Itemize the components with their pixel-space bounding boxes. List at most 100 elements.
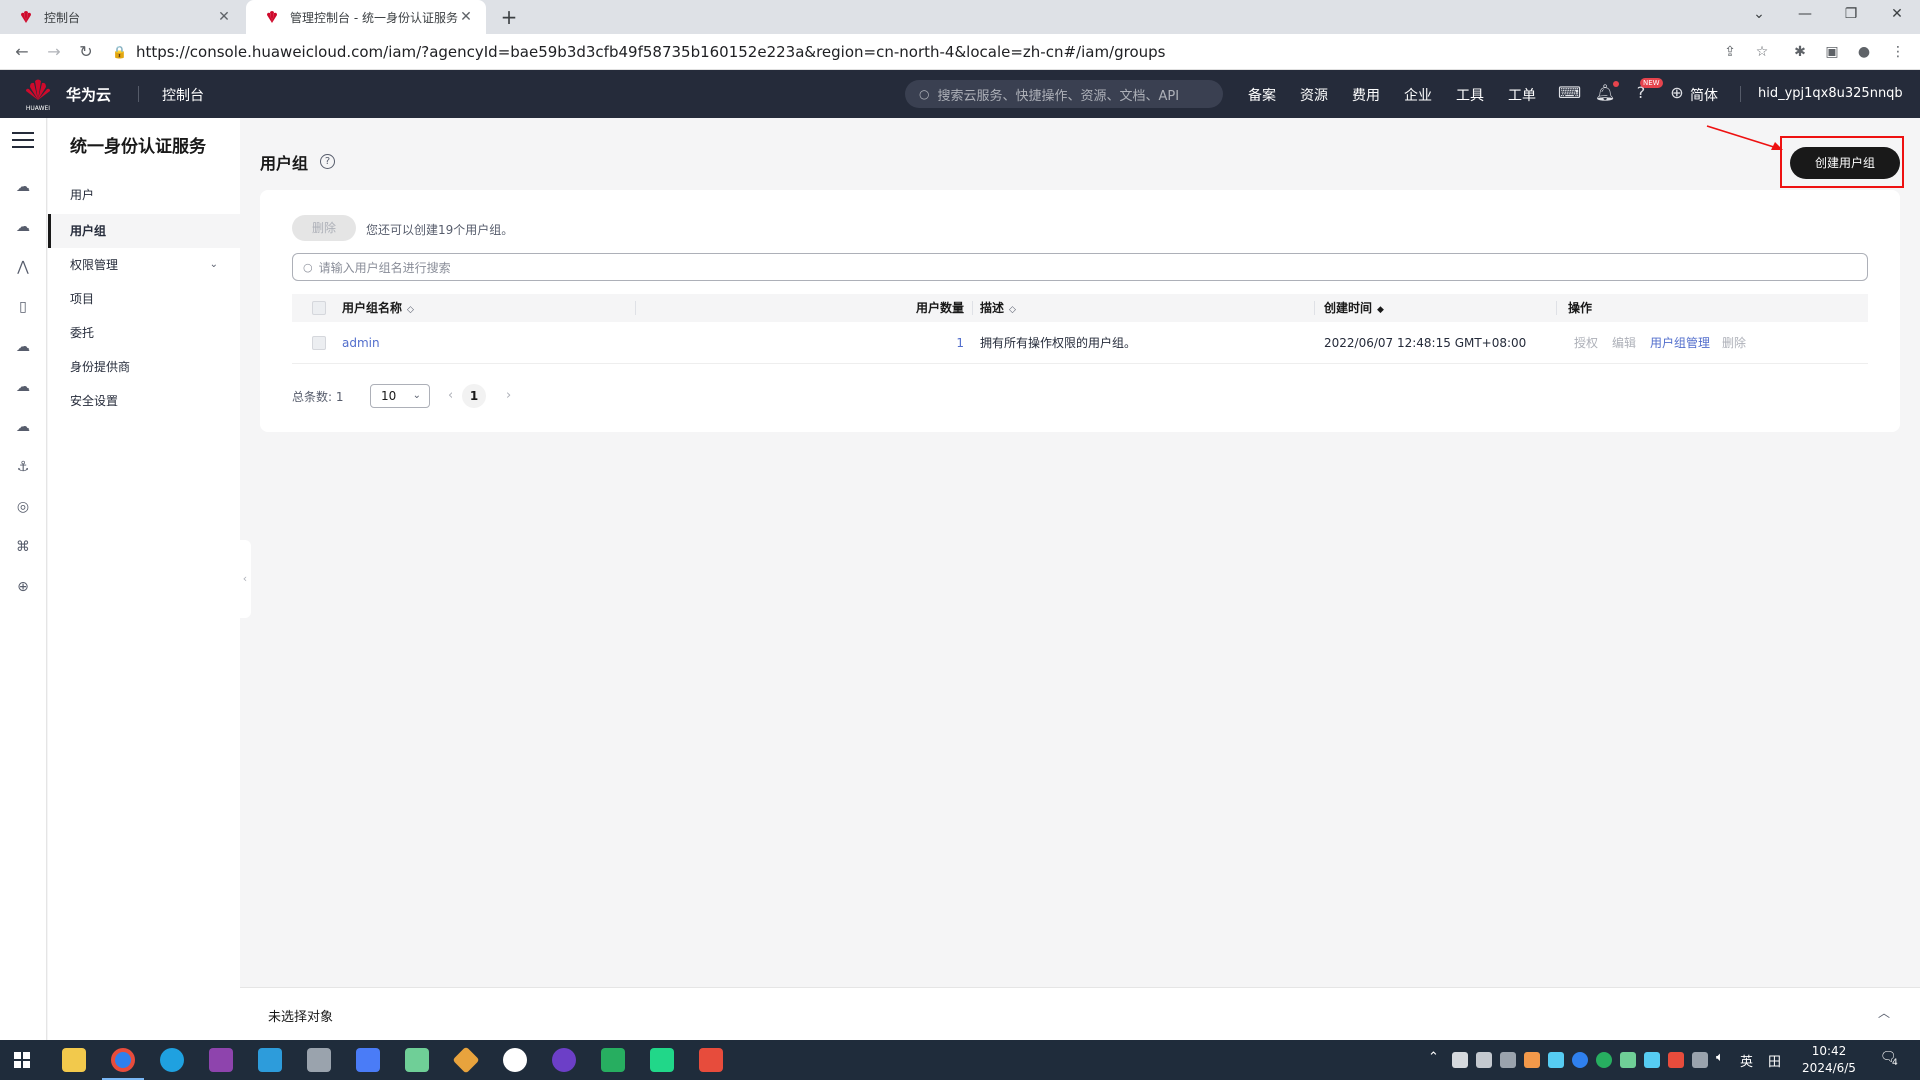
tray-app-icon[interactable] [1572, 1052, 1588, 1068]
close-icon[interactable]: ✕ [458, 9, 474, 25]
deploy-icon[interactable]: ⚓ [12, 456, 34, 478]
group-name-link[interactable]: admin [342, 322, 380, 364]
sidebar-item-security-settings[interactable]: 安全设置 [48, 384, 240, 418]
chrome-icon[interactable] [111, 1048, 135, 1072]
language-switch[interactable]: 简体 [1690, 85, 1718, 105]
search-input[interactable]: ○ 请输入用户组名进行搜索 [292, 253, 1868, 281]
network-icon[interactable]: ⋀ [12, 256, 34, 278]
git-app-icon[interactable] [452, 1046, 480, 1074]
share-icon[interactable]: ⇪ [1718, 40, 1742, 64]
page-size-select[interactable]: 10 ⌄ [370, 384, 430, 408]
row-checkbox[interactable] [312, 336, 326, 350]
tray-app-icon[interactable] [1644, 1052, 1660, 1068]
nav-beian[interactable]: 备案 [1248, 85, 1276, 105]
sort-desc-icon[interactable]: ◆ [1377, 305, 1384, 315]
ime-language[interactable]: 英 [1740, 1051, 1753, 1070]
bookmark-star-icon[interactable]: ☆ [1750, 40, 1774, 64]
manage-group-action[interactable]: 用户组管理 [1650, 322, 1710, 364]
user-count-link[interactable]: 1 [844, 322, 964, 364]
huawei-logo[interactable]: HUAWEI [22, 78, 54, 112]
extensions-icon[interactable]: ✱ [1788, 40, 1812, 64]
nav-enterprise[interactable]: 企业 [1404, 85, 1432, 105]
sidebar-item-agencies[interactable]: 委托 [48, 316, 240, 350]
tray-app-icon[interactable] [1668, 1052, 1684, 1068]
window-close-button[interactable]: ✕ [1874, 0, 1920, 30]
volume-icon[interactable]: 🔈︎ [1716, 1050, 1724, 1065]
next-page-icon[interactable]: › [506, 384, 511, 408]
wps-icon[interactable] [699, 1048, 723, 1072]
back-icon[interactable]: ← [10, 40, 34, 64]
nav-resources[interactable]: 资源 [1300, 85, 1328, 105]
container-icon[interactable]: ☁ [12, 376, 34, 398]
visual-studio-icon[interactable] [209, 1048, 233, 1072]
ime-mode[interactable]: 田 [1768, 1051, 1781, 1070]
column-header-name[interactable]: 用户组名称 ◇ [342, 294, 414, 322]
file-explorer-icon[interactable] [62, 1048, 86, 1072]
network-icon[interactable] [1692, 1052, 1708, 1068]
minimize-button[interactable]: — [1782, 0, 1828, 30]
notepad-icon[interactable] [405, 1048, 429, 1072]
profile-avatar-icon[interactable]: ● [1852, 40, 1876, 64]
chevron-up-icon[interactable]: ︿ [1878, 1004, 1890, 1021]
column-header-desc[interactable]: 描述 ◇ [956, 294, 1016, 322]
tray-security-icon[interactable] [1500, 1052, 1516, 1068]
sidebar-item-projects[interactable]: 项目 [48, 282, 240, 316]
reload-icon[interactable]: ↻ [74, 40, 98, 64]
url-field[interactable]: 🔒 https://console.huaweicloud.com/iam/?a… [108, 38, 1780, 66]
help-icon[interactable]: ? [320, 154, 335, 169]
cdn-icon[interactable]: ☁ [12, 416, 34, 438]
new-tab-button[interactable]: + [496, 5, 522, 31]
nav-tickets[interactable]: 工单 [1508, 85, 1536, 105]
writer-app-icon[interactable] [503, 1048, 527, 1072]
sidebar-item-user-groups[interactable]: 用户组 [48, 214, 240, 248]
tray-app-icon[interactable] [1452, 1052, 1468, 1068]
global-search-input[interactable]: ○ 搜索云服务、快捷操作、资源、文档、API [905, 80, 1223, 108]
page-number-current[interactable]: 1 [462, 384, 486, 408]
sidebar-item-identity-providers[interactable]: 身份提供商 [48, 350, 240, 384]
close-icon[interactable]: ✕ [216, 9, 232, 25]
brand-name[interactable]: 华为云 [66, 84, 111, 105]
nav-billing[interactable]: 费用 [1352, 85, 1380, 105]
tray-expand-icon[interactable]: ⌃ [1428, 1050, 1439, 1065]
tray-app-icon[interactable] [1476, 1052, 1492, 1068]
hamburger-menu-icon[interactable] [12, 132, 34, 148]
ip-icon[interactable]: ◎ [12, 496, 34, 518]
restore-button[interactable]: ❐ [1828, 0, 1874, 30]
browser-tab-iam[interactable]: 管理控制台 - 统一身份认证服务 ✕ [246, 0, 486, 34]
sort-icon[interactable]: ◇ [407, 305, 414, 315]
delete-action[interactable]: 删除 [1722, 322, 1746, 364]
forward-icon[interactable]: → [42, 40, 66, 64]
globe-icon[interactable]: ⊕ [12, 576, 34, 598]
tray-app-icon[interactable] [1620, 1052, 1636, 1068]
tools-app-icon[interactable] [307, 1048, 331, 1072]
storage-icon[interactable]: ▯ [12, 296, 34, 318]
user-account-menu[interactable]: hid_ypj1qx8u325nnqb [1758, 86, 1903, 101]
wechat-icon[interactable] [1596, 1052, 1612, 1068]
select-all-checkbox[interactable] [312, 301, 326, 315]
globe-icon[interactable]: ⊕ [1666, 82, 1688, 104]
media-app-icon[interactable] [552, 1048, 576, 1072]
database-icon[interactable]: ☁ [12, 336, 34, 358]
vscode-icon[interactable] [258, 1048, 282, 1072]
column-header-created[interactable]: 创建时间 ◆ [1324, 294, 1384, 322]
ecs-icon[interactable]: ☁ [12, 216, 34, 238]
side-panel-icon[interactable]: ▣ [1820, 40, 1844, 64]
taskbar-clock[interactable]: 10:42 2024/6/5 [1794, 1043, 1864, 1077]
authorize-action[interactable]: 授权 [1574, 322, 1598, 364]
browser-menu-icon[interactable]: ⋮ [1886, 40, 1910, 64]
cloud-service-icon[interactable]: ☁ [12, 176, 34, 198]
edit-action[interactable]: 编辑 [1612, 322, 1636, 364]
windows-start-icon[interactable] [14, 1052, 30, 1068]
delete-button[interactable]: 删除 [292, 215, 356, 241]
browser-tab-console[interactable]: 控制台 ✕ [0, 0, 244, 34]
tray-app-icon[interactable] [1524, 1052, 1540, 1068]
console-link[interactable]: 控制台 [162, 85, 204, 105]
sidebar-item-permissions[interactable]: 权限管理 ⌄ [48, 248, 240, 282]
prev-page-icon[interactable]: ‹ [448, 384, 453, 408]
tray-app-icon[interactable] [1548, 1052, 1564, 1068]
sidebar-collapse-handle[interactable]: ‹ [239, 540, 251, 618]
create-user-group-button[interactable]: 创建用户组 [1790, 147, 1900, 179]
team-icon[interactable]: ⌘ [12, 536, 34, 558]
notes-app-icon[interactable] [356, 1048, 380, 1072]
jetbrains-icon[interactable] [650, 1048, 674, 1072]
